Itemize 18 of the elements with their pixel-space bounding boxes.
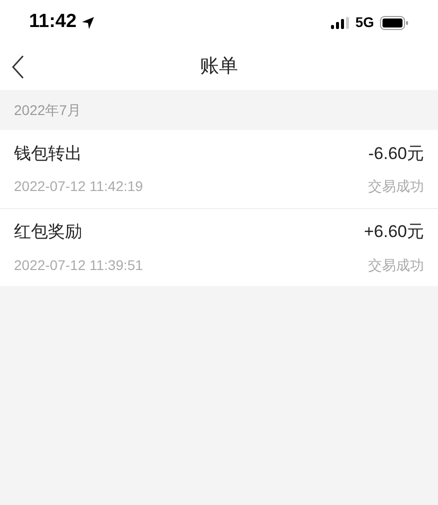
transaction-row[interactable]: 钱包转出 -6.60元 2022-07-12 11:42:19 交易成功: [0, 130, 438, 208]
transaction-amount: +6.60元: [364, 221, 424, 244]
transaction-row[interactable]: 红包奖励 +6.60元 2022-07-12 11:39:51 交易成功: [0, 208, 438, 286]
transaction-status: 交易成功: [368, 256, 424, 275]
transaction-time: 2022-07-12 11:39:51: [14, 256, 143, 275]
transaction-amount: -6.60元: [368, 142, 424, 165]
network-label: 5G: [355, 13, 374, 32]
signal-icon: [331, 16, 350, 28]
status-time: 11:42: [29, 10, 77, 34]
transaction-name: 红包奖励: [14, 221, 82, 244]
transaction-time: 2022-07-12 11:42:19: [14, 177, 143, 196]
section-header: 2022年7月: [14, 100, 81, 120]
back-icon: [12, 55, 24, 79]
location-arrow-icon: [80, 16, 95, 30]
battery-icon: [380, 16, 408, 30]
transaction-status: 交易成功: [368, 177, 424, 196]
page-title: 账单: [200, 55, 238, 80]
transaction-name: 钱包转出: [14, 142, 82, 165]
